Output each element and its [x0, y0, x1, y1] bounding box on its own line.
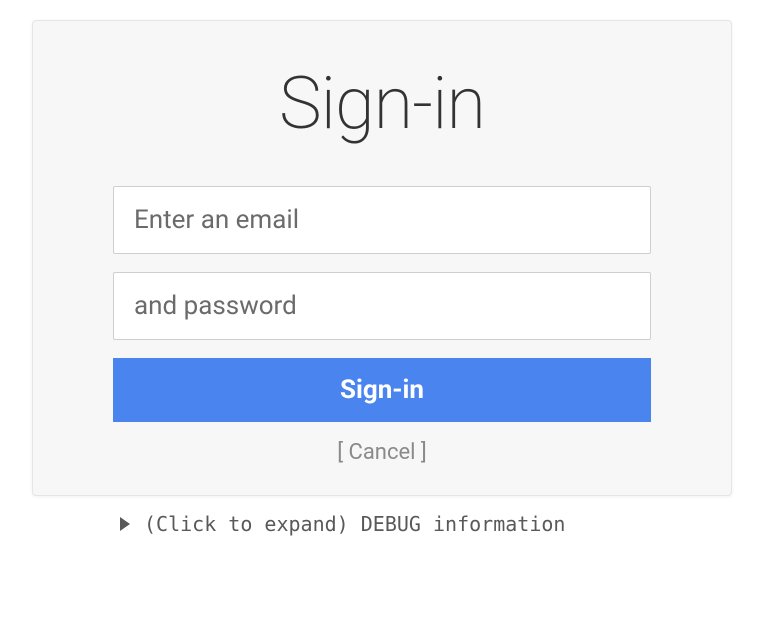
- signin-button[interactable]: Sign-in: [113, 358, 651, 422]
- chevron-right-icon: [120, 517, 130, 531]
- debug-toggle[interactable]: (Click to expand) DEBUG information: [30, 512, 734, 536]
- password-field[interactable]: [113, 272, 651, 340]
- email-field[interactable]: [113, 186, 651, 254]
- debug-label: (Click to expand) DEBUG information: [144, 512, 565, 536]
- cancel-link[interactable]: [ Cancel ]: [113, 440, 651, 465]
- signin-title: Sign-in: [113, 61, 651, 146]
- signin-card: Sign-in Sign-in [ Cancel ]: [32, 20, 732, 496]
